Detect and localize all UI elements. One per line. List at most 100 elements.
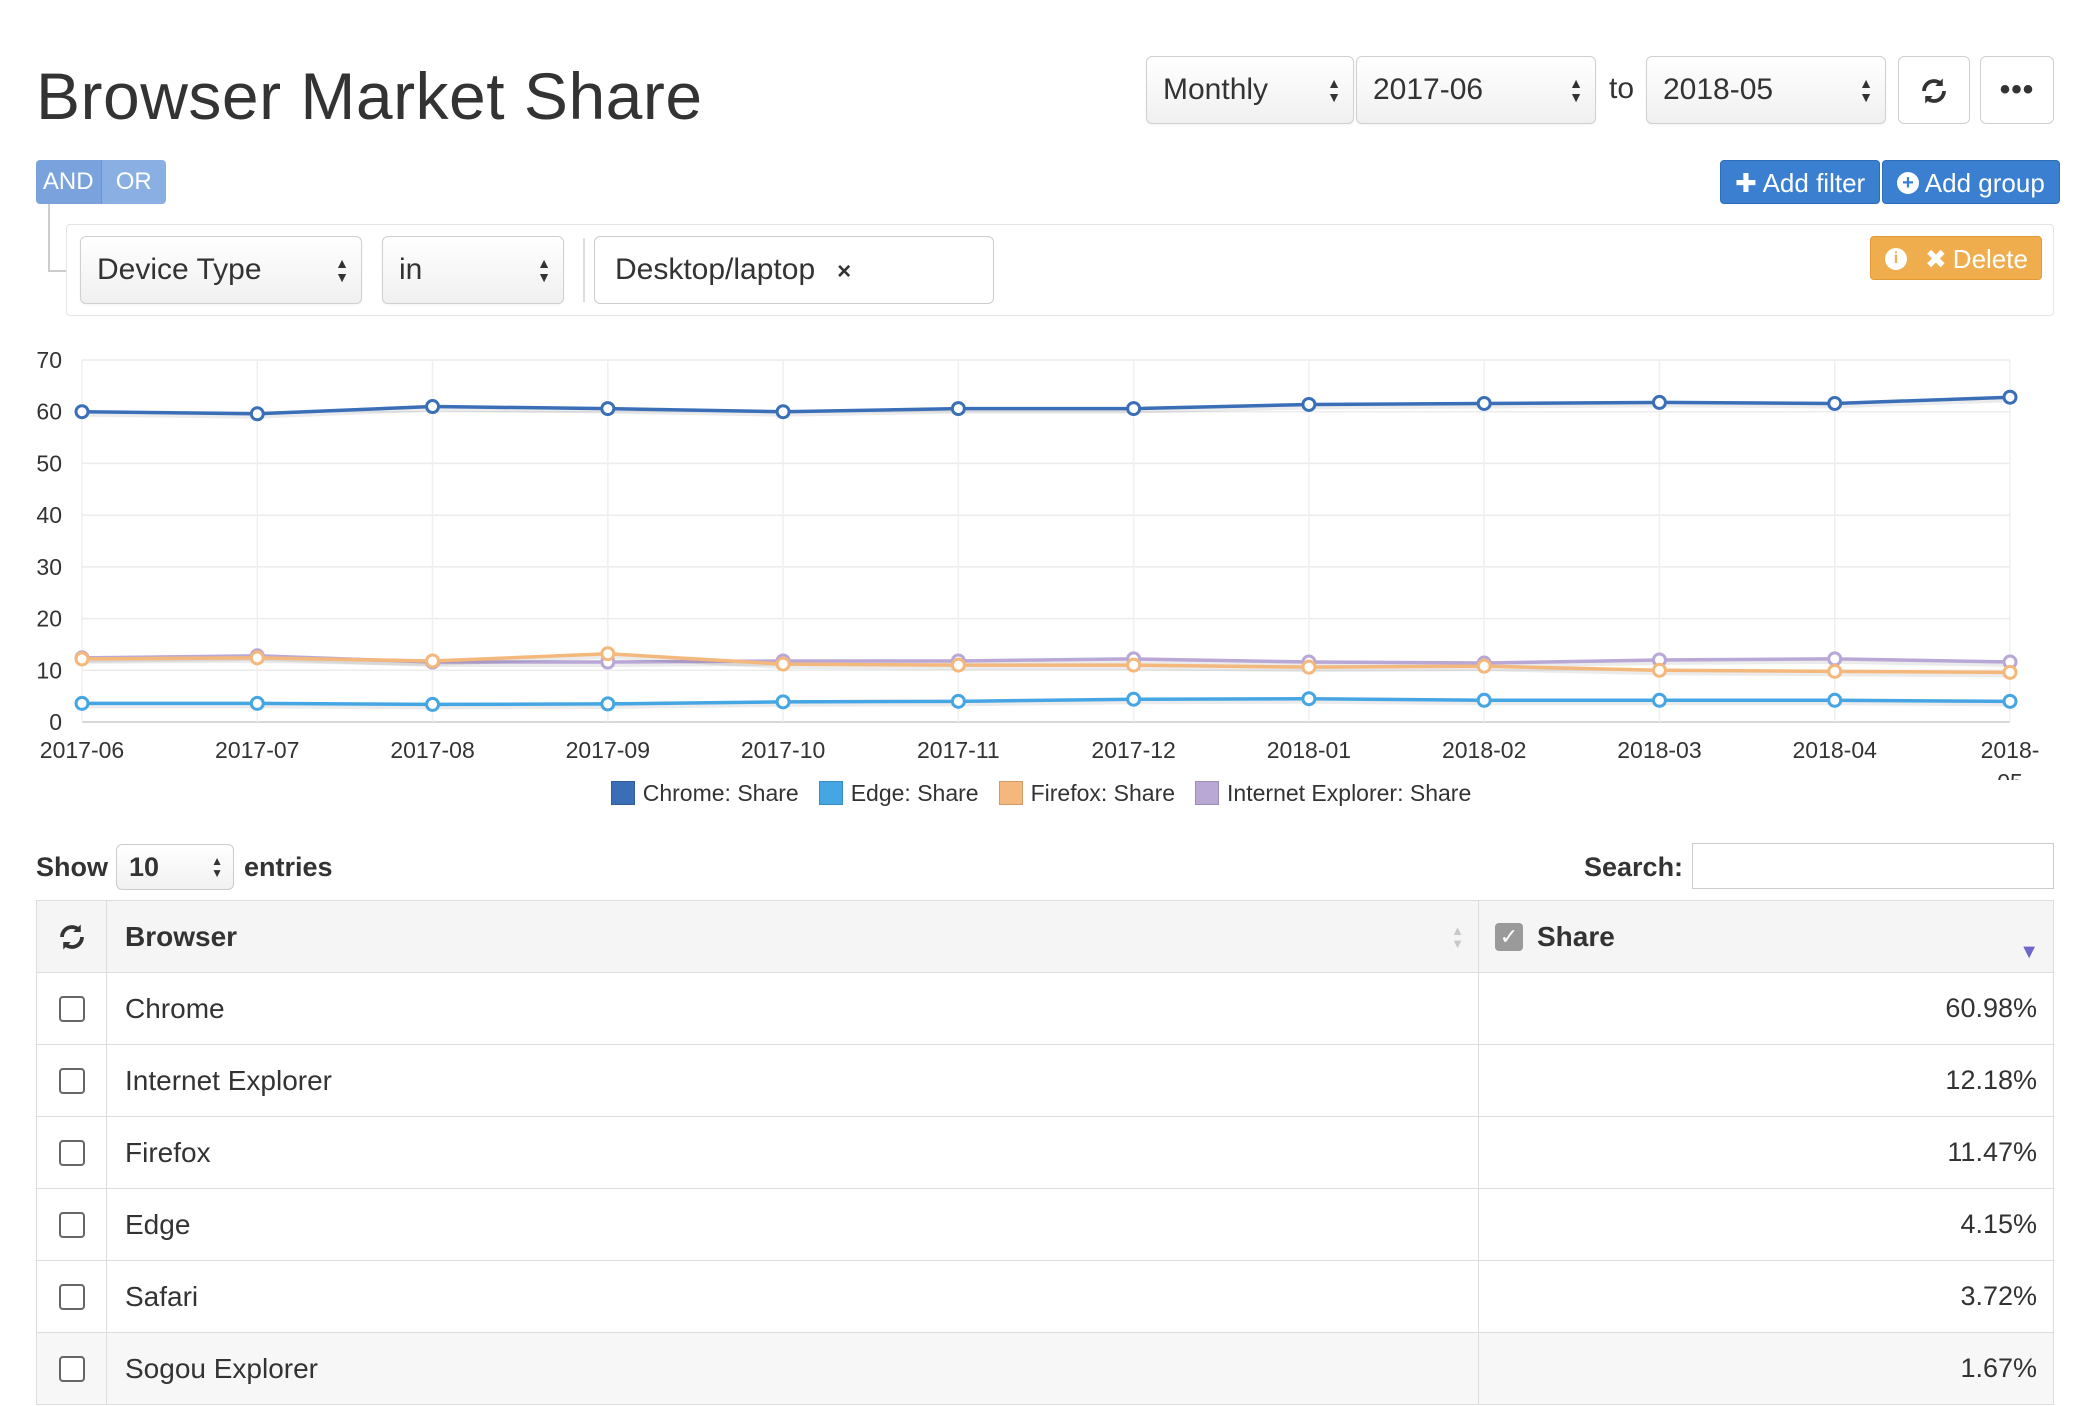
- series-point: [950, 657, 966, 673]
- legend-item[interactable]: Firefox: Share: [998, 780, 1175, 807]
- series-point: [1476, 692, 1492, 708]
- table-row[interactable]: Chrome 60.98%: [37, 973, 2053, 1045]
- legend-item[interactable]: Edge: Share: [818, 780, 979, 807]
- value-tag-label: Desktop/laptop: [615, 253, 816, 286]
- table-row[interactable]: Edge 4.15%: [37, 1189, 2053, 1261]
- series-point: [74, 695, 90, 711]
- series-point: [775, 694, 791, 710]
- remove-tag-icon[interactable]: ×: [837, 258, 851, 285]
- rule-value-input[interactable]: Desktop/laptop ×: [594, 236, 994, 304]
- x-tick-label: 2018-04: [1793, 737, 1878, 763]
- series-point: [2002, 389, 2018, 405]
- line-chart-svg: 0 10 20 30 40 50 60 70 2017-06 2017-07 2017-08 2017…: [36, 347, 2040, 780]
- column-checked-icon[interactable]: ✓: [1495, 922, 1523, 951]
- series-point: [1651, 692, 1667, 708]
- series-point: [950, 401, 966, 417]
- chart-legend: Chrome: Share Edge: Share Firefox: Share In…: [0, 780, 2082, 807]
- x-tick-label: 2018-01: [1267, 737, 1351, 763]
- row-checkbox-cell: [37, 1261, 107, 1332]
- refresh-button[interactable]: [1898, 56, 1970, 124]
- y-tick-label: 50: [36, 450, 62, 476]
- row-checkbox-cell: [37, 1189, 107, 1260]
- delete-label: Delete: [1952, 244, 2028, 274]
- series-point: [1126, 691, 1142, 707]
- x-tick-label: 2017-10: [741, 737, 825, 763]
- column-header-browser[interactable]: Browser ▲ ▼: [107, 901, 1479, 972]
- or-button[interactable]: OR: [100, 160, 166, 204]
- legend-label: Edge: Share: [850, 780, 979, 806]
- more-options-button[interactable]: •••: [1980, 56, 2054, 124]
- reset-column[interactable]: [37, 901, 107, 972]
- browser-share-table: Browser ▲ ▼ ✓ Share ▼ Chrome 60.98% Inter…: [36, 900, 2054, 1405]
- rule-operator-value: in: [399, 253, 423, 286]
- series-point: [600, 696, 616, 712]
- x-tick-label: 2017-12: [1091, 737, 1175, 763]
- row-checkbox-cell: [37, 1333, 107, 1404]
- rule-operator-select[interactable]: in ▲ ▼: [382, 236, 564, 304]
- x-tick-label: 2017-06: [40, 737, 124, 763]
- legend-item[interactable]: Internet Explorer: Share: [1195, 780, 1471, 807]
- entries-per-page-value: 10: [129, 852, 160, 882]
- series-point: [249, 695, 265, 711]
- entries-label: entries: [244, 852, 333, 882]
- row-checkbox-cell: [37, 1045, 107, 1116]
- date-to-select[interactable]: 2018-05 ▲ ▼: [1646, 56, 1886, 124]
- column-header-share[interactable]: ✓ Share ▼: [1479, 901, 2053, 972]
- sort-desc-icon: ▼: [2019, 941, 2039, 963]
- series-point: [2002, 664, 2018, 680]
- browser-cell: Internet Explorer: [107, 1045, 1479, 1116]
- add-group-button[interactable]: + Add group: [1882, 160, 2060, 204]
- rule-field-select[interactable]: Device Type ▲ ▼: [80, 236, 362, 304]
- series-point: [2002, 693, 2018, 709]
- entries-per-page-select[interactable]: 10 ▲ ▼: [116, 844, 234, 890]
- y-tick-label: 70: [36, 347, 62, 373]
- legend-swatch: [1195, 780, 1220, 805]
- legend-swatch: [998, 780, 1023, 805]
- interval-select[interactable]: Monthly ▲ ▼: [1146, 56, 1354, 124]
- series-point: [1301, 691, 1317, 707]
- date-from-value: 2017-06: [1373, 73, 1484, 106]
- series-point: [1126, 657, 1142, 673]
- browser-cell: Chrome: [107, 973, 1479, 1044]
- series-point: [1827, 692, 1843, 708]
- close-icon: ✖: [1925, 244, 1947, 274]
- browser-cell: Safari: [107, 1261, 1479, 1332]
- refresh-icon: [59, 924, 84, 949]
- row-checkbox[interactable]: [58, 1067, 85, 1094]
- column-header-browser-label: Browser: [125, 920, 238, 952]
- table-row[interactable]: Internet Explorer 12.18%: [37, 1045, 2053, 1117]
- x-tick-label: 2018-02: [1442, 737, 1526, 763]
- x-tick-label: 2018-: [1981, 737, 2040, 763]
- table-row[interactable]: Firefox 11.47%: [37, 1117, 2053, 1189]
- series-point: [600, 646, 616, 662]
- series-point: [1301, 659, 1317, 675]
- market-share-chart: 0 10 20 30 40 50 60 70 2017-06 2017-07 2017-08 2017…: [0, 340, 2082, 810]
- search-input[interactable]: [1692, 843, 2054, 889]
- legend-item[interactable]: Chrome: Share: [610, 780, 799, 807]
- condition-toggle: AND OR: [36, 160, 166, 204]
- add-filter-button[interactable]: ✚ Add filter: [1720, 160, 1881, 204]
- select-arrows-icon: ▲ ▼: [1859, 75, 1873, 105]
- row-checkbox[interactable]: [58, 1211, 85, 1238]
- date-from-select[interactable]: 2017-06 ▲ ▼: [1356, 56, 1596, 124]
- select-arrows-icon: ▲ ▼: [1569, 75, 1583, 105]
- more-icon: •••: [1999, 73, 2035, 106]
- legend-label: Internet Explorer: Share: [1227, 780, 1472, 806]
- search-label: Search:: [1584, 852, 1684, 882]
- and-button[interactable]: AND: [36, 160, 101, 204]
- show-label: Show: [36, 852, 108, 882]
- row-checkbox[interactable]: [58, 995, 85, 1022]
- delete-rule-button[interactable]: i ✖ Delete: [1870, 236, 2042, 280]
- series-point: [1301, 396, 1317, 412]
- table-row[interactable]: Sogou Explorer 1.67%: [37, 1333, 2053, 1405]
- row-checkbox[interactable]: [58, 1283, 85, 1310]
- series-point: [74, 404, 90, 420]
- sort-both-icon: ▲ ▼: [1451, 922, 1464, 951]
- y-tick-label: 40: [36, 502, 62, 528]
- y-tick-label: 10: [36, 657, 62, 683]
- add-group-label: Add group: [1924, 168, 2045, 198]
- x-tick-label: 2017-07: [215, 737, 299, 763]
- row-checkbox[interactable]: [58, 1355, 85, 1382]
- row-checkbox[interactable]: [58, 1139, 85, 1166]
- table-row[interactable]: Safari 3.72%: [37, 1261, 2053, 1333]
